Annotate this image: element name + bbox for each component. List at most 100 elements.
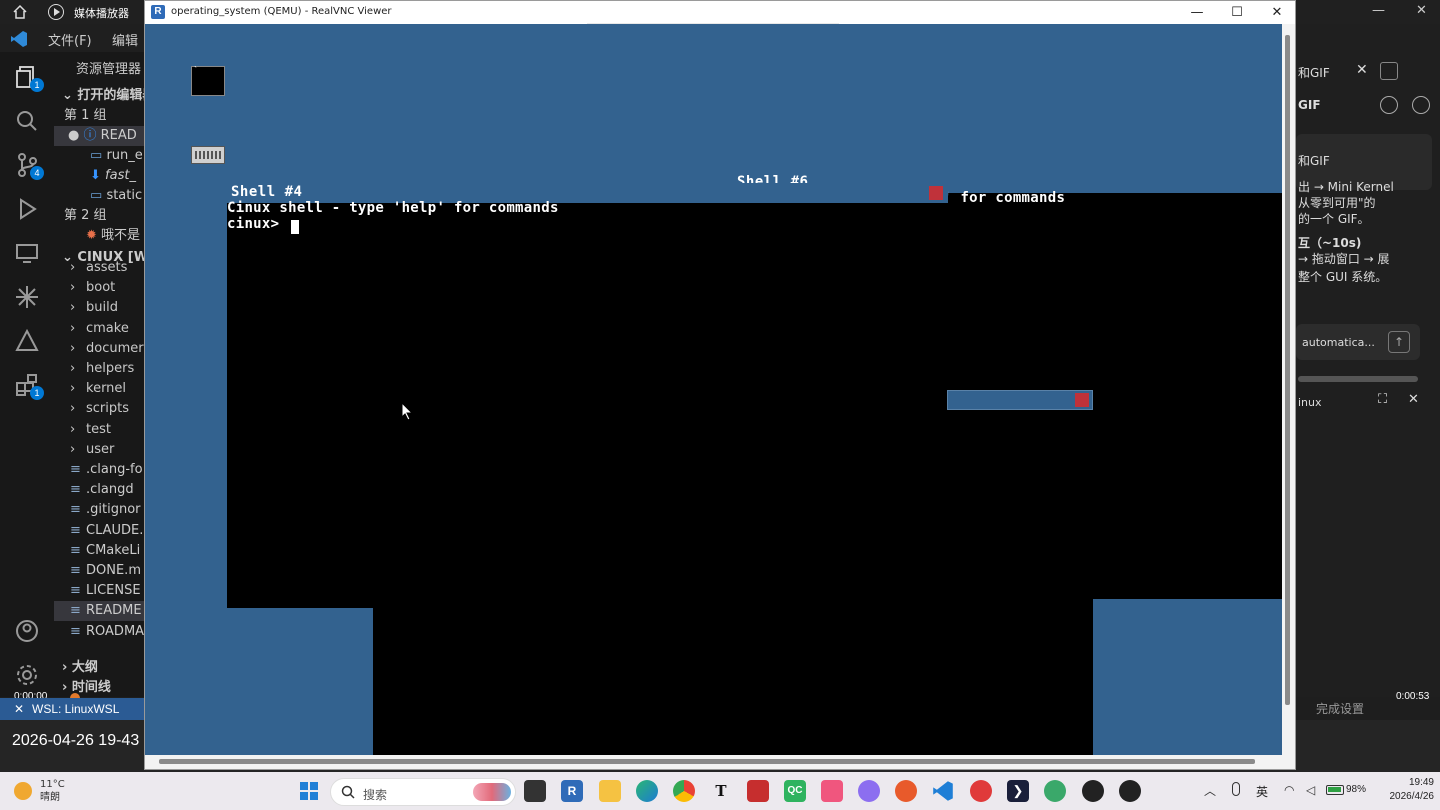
run-debug-icon[interactable] (14, 196, 40, 222)
realvnc-taskbar-icon[interactable]: R (561, 780, 583, 802)
folder-item[interactable]: › documer (54, 339, 144, 359)
folder-item[interactable]: › kernel (54, 379, 144, 399)
close-panel-icon[interactable]: ✕ (1408, 392, 1419, 407)
chrome-icon[interactable] (673, 780, 695, 802)
folder-item[interactable]: › build (54, 298, 144, 318)
menu-edit[interactable]: 编辑 (112, 30, 138, 49)
file-item[interactable]: ≡ CMakeLi (54, 541, 144, 561)
wifi-icon[interactable]: ◠ (1284, 783, 1294, 797)
shell-4-console[interactable]: Cinux shell - type 'help' for commands c… (227, 200, 948, 608)
lock-icon[interactable] (1380, 62, 1398, 80)
terminal-tab-label[interactable]: inux (1298, 396, 1322, 409)
file-item[interactable]: ≡ DONE.m (54, 561, 144, 581)
vertical-scrollbar[interactable] (1285, 35, 1290, 705)
search-placeholder: 搜索 (363, 788, 388, 802)
windows-start-icon[interactable] (300, 782, 318, 800)
right-scrollbar[interactable] (1298, 376, 1418, 382)
vscode-taskbar-icon[interactable] (932, 780, 954, 802)
right-side-app: 和GIF ✕ GIF 和GIF 出 → Mini Kernel 从零到可用"的 … (1296, 24, 1440, 697)
battery-icon[interactable] (1326, 785, 1344, 795)
file-item[interactable]: ≡ .gitignor (54, 500, 144, 520)
minimize-button[interactable]: — (1177, 1, 1217, 24)
task-view-icon[interactable] (524, 780, 546, 802)
open-editors-header[interactable]: ⌄ 打开的编辑器 (62, 86, 144, 106)
minimized-window[interactable] (947, 390, 1093, 410)
folder-item[interactable]: › helpers (54, 359, 144, 379)
open-file-run[interactable]: ▭ run_e (54, 146, 144, 166)
folder-item[interactable]: › scripts (54, 399, 144, 419)
app-orange-icon[interactable] (895, 780, 917, 802)
horizontal-scrollbar[interactable] (159, 759, 1255, 764)
system-clock[interactable]: 19:49 2026/4/26 (1378, 776, 1435, 804)
shell-4-close-button[interactable] (929, 186, 943, 200)
history-icon[interactable] (1380, 96, 1398, 114)
open-file-readme[interactable]: ● ⓘ READ (54, 126, 144, 146)
file-item[interactable]: ≡ CLAUDE. (54, 521, 144, 541)
ime-indicator[interactable]: 英 (1256, 783, 1268, 800)
volume-icon[interactable]: ◁ (1306, 783, 1315, 797)
folder-item[interactable]: › cmake (54, 319, 144, 339)
close-button[interactable]: ✕ (1257, 1, 1297, 24)
media-player-taskbar-icon[interactable] (1119, 780, 1141, 802)
account-icon[interactable] (14, 618, 40, 644)
open-file-static[interactable]: ▭ static (54, 186, 144, 206)
testing-icon[interactable] (14, 328, 40, 354)
right-tab-label[interactable]: 和GIF (1298, 64, 1330, 81)
tab-close-icon[interactable]: ✕ (1356, 62, 1368, 78)
qt-creator-icon[interactable]: QC (784, 780, 806, 802)
explorer-icon[interactable]: 1 (14, 64, 44, 92)
globe-app-icon[interactable] (1044, 780, 1066, 802)
small-window-close-button[interactable] (1075, 393, 1089, 407)
vnc-titlebar[interactable]: R operating_system (QEMU) - RealVNC View… (145, 1, 1297, 25)
tray-overflow-icon[interactable]: ︿ (1204, 782, 1216, 799)
taskbar-search[interactable]: 搜索 (330, 778, 516, 806)
weather-widget[interactable]: 11°C 晴朗 (40, 778, 65, 804)
file-item[interactable]: ≡ LICENSE (54, 581, 144, 601)
folder-item[interactable]: › assets (54, 258, 144, 278)
weather-moon-icon[interactable] (14, 782, 32, 800)
file-item[interactable]: ≡ ROADMA (54, 622, 144, 642)
menu-file[interactable]: 文件(F) (48, 30, 92, 49)
wsl-status[interactable]: ✕ WSL: LinuxWSL (0, 698, 144, 720)
extensions-icon[interactable]: 1 (14, 372, 44, 400)
add-icon[interactable] (1412, 96, 1430, 114)
tree-item-label: assets (86, 260, 128, 275)
source-control-icon[interactable]: 4 (14, 152, 44, 180)
open-file-fast[interactable]: ⬇ fast_ (54, 166, 144, 186)
powershell-icon[interactable]: ❯ (1007, 780, 1029, 802)
edge-browser-icon[interactable] (636, 780, 658, 802)
close-icon[interactable]: ✕ (1416, 3, 1427, 18)
settings-gear-icon[interactable] (14, 662, 40, 688)
file-item[interactable]: ≡ README (54, 601, 144, 622)
folder-item[interactable]: › test (54, 420, 144, 440)
obs-icon[interactable] (1082, 780, 1104, 802)
app-red-icon[interactable] (747, 780, 769, 802)
app-pink-icon[interactable] (821, 780, 843, 802)
vscode-logo-icon (11, 31, 27, 47)
send-arrow-icon[interactable]: ↑ (1388, 331, 1410, 353)
maximize-button[interactable]: ☐ (1217, 1, 1257, 24)
file-item[interactable]: ≡ .clang-fo (54, 460, 144, 480)
remote-desktop[interactable]: Shell #6 ' for commands Shell #4 Cinux s… (145, 24, 1282, 755)
terminal-desktop-icon[interactable] (191, 65, 225, 96)
home-icon[interactable] (12, 4, 28, 20)
message-line: → 拖动窗口 → 展 (1298, 252, 1390, 266)
microphone-icon[interactable] (1232, 782, 1240, 796)
shell-4-window[interactable]: Shell #4 Cinux shell - type 'help' for c… (227, 183, 948, 608)
minimize-icon[interactable]: — (1372, 3, 1385, 18)
outline-header[interactable]: › 大纲 (62, 658, 144, 678)
typora-icon[interactable]: T (710, 780, 732, 802)
open-file-group2[interactable]: ✹ 哦不是 (54, 226, 144, 246)
netease-music-icon[interactable] (970, 780, 992, 802)
app-purple-icon[interactable] (858, 780, 880, 802)
maximize-panel-icon[interactable]: ⛶ (1378, 392, 1387, 407)
chat-input[interactable]: automatica... ↑ (1296, 324, 1420, 360)
keyboard-desktop-icon[interactable] (191, 146, 225, 164)
extension-star-icon[interactable] (14, 284, 40, 310)
folder-item[interactable]: › user (54, 440, 144, 460)
file-item[interactable]: ≡ .clangd (54, 480, 144, 500)
file-explorer-icon[interactable] (599, 780, 621, 802)
search-icon[interactable] (14, 108, 40, 134)
remote-explorer-icon[interactable] (14, 240, 40, 266)
folder-item[interactable]: › boot (54, 278, 144, 298)
